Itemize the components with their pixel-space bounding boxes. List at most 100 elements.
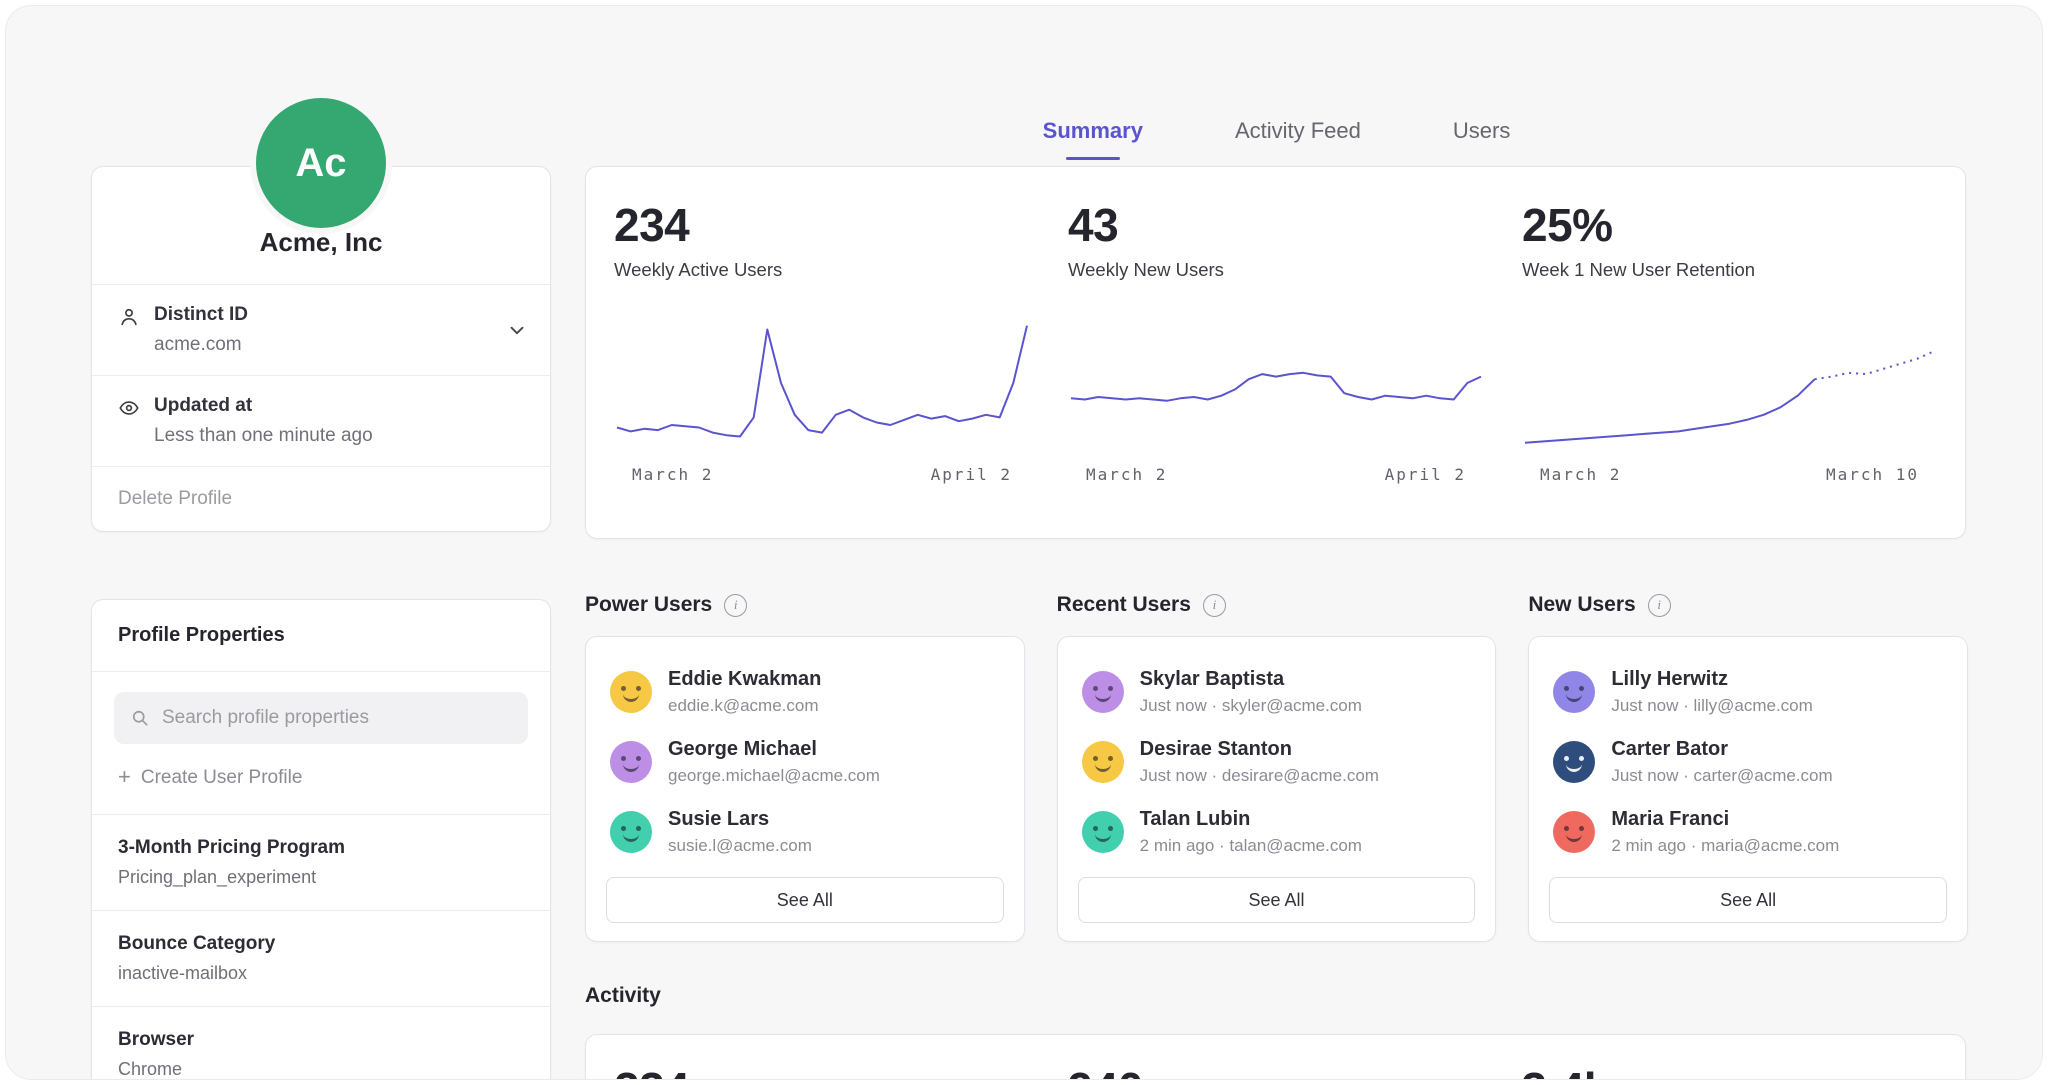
user-avatar (610, 811, 652, 853)
chevron-down-icon[interactable] (506, 319, 528, 341)
stat-label: Weekly New Users (1068, 259, 1484, 281)
user-meta: Just now · skyler@acme.com (1140, 696, 1362, 716)
see-all-button[interactable]: See All (606, 877, 1004, 923)
user-avatar (610, 671, 652, 713)
week1-retention-chart (1522, 307, 1937, 457)
tab-users[interactable]: Users (1453, 118, 1510, 156)
user-row[interactable]: Maria Franci 2 min ago · maria@acme.com (1529, 797, 1967, 867)
weekly-new-users-chart (1068, 307, 1484, 457)
activity-section-title: Activity (585, 984, 661, 1008)
property-row-browser[interactable]: Browser Chrome (92, 1006, 550, 1080)
x-tick-end: April 2 (1385, 465, 1466, 484)
user-email: susie.l@acme.com (668, 836, 812, 856)
see-all-button[interactable]: See All (1549, 877, 1947, 923)
stat-label: Weekly Active Users (614, 259, 1030, 281)
profile-properties-search[interactable] (114, 692, 528, 744)
property-row-pricing-program[interactable]: 3-Month Pricing Program Pricing_plan_exp… (92, 814, 550, 910)
power-users-column: Power Users Eddie Kwakman eddie.k@acme.c… (585, 590, 1025, 942)
user-row[interactable]: Lilly Herwitz Just now · lilly@acme.com (1529, 657, 1967, 727)
stat-value: 234 (614, 201, 1030, 249)
x-tick-start: March 2 (1540, 465, 1621, 484)
stat-week1-retention: 25% Week 1 New User Retention March 2 Ma… (1522, 201, 1937, 514)
see-all-button[interactable]: See All (1078, 877, 1476, 923)
tab-bar: Summary Activity Feed Users (585, 118, 1968, 156)
person-icon (118, 304, 154, 328)
user-avatar (1553, 811, 1595, 853)
x-tick-start: March 2 (1086, 465, 1167, 484)
distinct-id-row[interactable]: Distinct ID acme.com (92, 284, 550, 375)
user-email: eddie.k@acme.com (668, 696, 821, 716)
activity-stat-2: 940 (1068, 1065, 1484, 1080)
x-axis-labels: March 2 March 10 (1522, 465, 1937, 484)
user-meta: Just now · carter@acme.com (1611, 766, 1832, 786)
new-users-card: Lilly Herwitz Just now · lilly@acme.com … (1528, 636, 1968, 942)
eye-icon (118, 395, 154, 419)
distinct-id-label: Distinct ID (154, 304, 248, 326)
user-row[interactable]: Carter Bator Just now · carter@acme.com (1529, 727, 1967, 797)
recent-users-card: Skylar Baptista Just now · skyler@acme.c… (1057, 636, 1497, 942)
company-avatar-initials: Ac (295, 141, 346, 186)
list-title: New Users (1528, 593, 1635, 617)
property-name: 3-Month Pricing Program (118, 837, 524, 859)
recent-users-column: Recent Users Skylar Baptista Just now · … (1057, 590, 1497, 942)
user-row[interactable]: Skylar Baptista Just now · skyler@acme.c… (1058, 657, 1496, 727)
user-name: Susie Lars (668, 808, 812, 831)
updated-at-row: Updated at Less than one minute ago (92, 375, 550, 466)
updated-at-value: Less than one minute ago (154, 425, 373, 447)
user-meta: Just now · lilly@acme.com (1611, 696, 1812, 716)
user-email: george.michael@acme.com (668, 766, 880, 786)
search-input[interactable] (160, 706, 512, 730)
property-value: Pricing_plan_experiment (118, 867, 524, 888)
search-icon (130, 708, 150, 728)
tab-activity-feed[interactable]: Activity Feed (1235, 118, 1361, 156)
user-name: Lilly Herwitz (1611, 668, 1812, 691)
info-icon[interactable] (1648, 594, 1671, 617)
activity-card: 234 940 3.4k (585, 1034, 1966, 1080)
user-avatar (1082, 741, 1124, 783)
info-icon[interactable] (1203, 594, 1226, 617)
info-icon[interactable] (724, 594, 747, 617)
delete-profile-button[interactable]: Delete Profile (92, 466, 550, 531)
user-lists: Power Users Eddie Kwakman eddie.k@acme.c… (585, 590, 1968, 942)
create-user-profile-button[interactable]: Create User Profile (92, 752, 550, 814)
power-users-header: Power Users (585, 590, 1025, 620)
stat-weekly-active-users: 234 Weekly Active Users March 2 April 2 (614, 201, 1030, 514)
weekly-active-users-chart (614, 307, 1030, 457)
property-name: Browser (118, 1029, 524, 1051)
list-title: Recent Users (1057, 593, 1191, 617)
user-avatar (1082, 811, 1124, 853)
property-value: Chrome (118, 1059, 524, 1080)
user-name: Maria Franci (1611, 808, 1839, 831)
user-avatar (1553, 741, 1595, 783)
user-row[interactable]: George Michael george.michael@acme.com (586, 727, 1024, 797)
activity-stat-1: 234 (614, 1065, 1030, 1080)
user-row[interactable]: Eddie Kwakman eddie.k@acme.com (586, 657, 1024, 727)
new-users-column: New Users Lilly Herwitz Just now · lilly… (1528, 590, 1968, 942)
create-user-profile-label: Create User Profile (141, 767, 303, 789)
user-meta: 2 min ago · talan@acme.com (1140, 836, 1362, 856)
property-row-bounce-category[interactable]: Bounce Category inactive-mailbox (92, 910, 550, 1006)
user-name: Carter Bator (1611, 738, 1832, 761)
activity-stat-3: 3.4k (1521, 1065, 1937, 1080)
user-meta: Just now · desirare@acme.com (1140, 766, 1379, 786)
user-name: Talan Lubin (1140, 808, 1362, 831)
user-row[interactable]: Desirae Stanton Just now · desirare@acme… (1058, 727, 1496, 797)
user-name: Desirae Stanton (1140, 738, 1379, 761)
tab-summary[interactable]: Summary (1043, 118, 1143, 156)
user-row[interactable]: Talan Lubin 2 min ago · talan@acme.com (1058, 797, 1496, 867)
user-row[interactable]: Susie Lars susie.l@acme.com (586, 797, 1024, 867)
updated-at-label: Updated at (154, 395, 373, 417)
user-avatar (1553, 671, 1595, 713)
x-tick-end: March 10 (1826, 465, 1919, 484)
app-frame: Ac Acme, Inc Distinct ID acme.com (5, 5, 2043, 1080)
user-avatar (1082, 671, 1124, 713)
recent-users-header: Recent Users (1057, 590, 1497, 620)
user-name: George Michael (668, 738, 880, 761)
user-meta: 2 min ago · maria@acme.com (1611, 836, 1839, 856)
user-name: Eddie Kwakman (668, 668, 821, 691)
stat-value: 43 (1068, 201, 1484, 249)
x-axis-labels: March 2 April 2 (614, 465, 1030, 484)
user-name: Skylar Baptista (1140, 668, 1362, 691)
stat-label: Week 1 New User Retention (1522, 259, 1937, 281)
profile-properties-card: Profile Properties Create User Profile 3… (91, 599, 551, 1080)
